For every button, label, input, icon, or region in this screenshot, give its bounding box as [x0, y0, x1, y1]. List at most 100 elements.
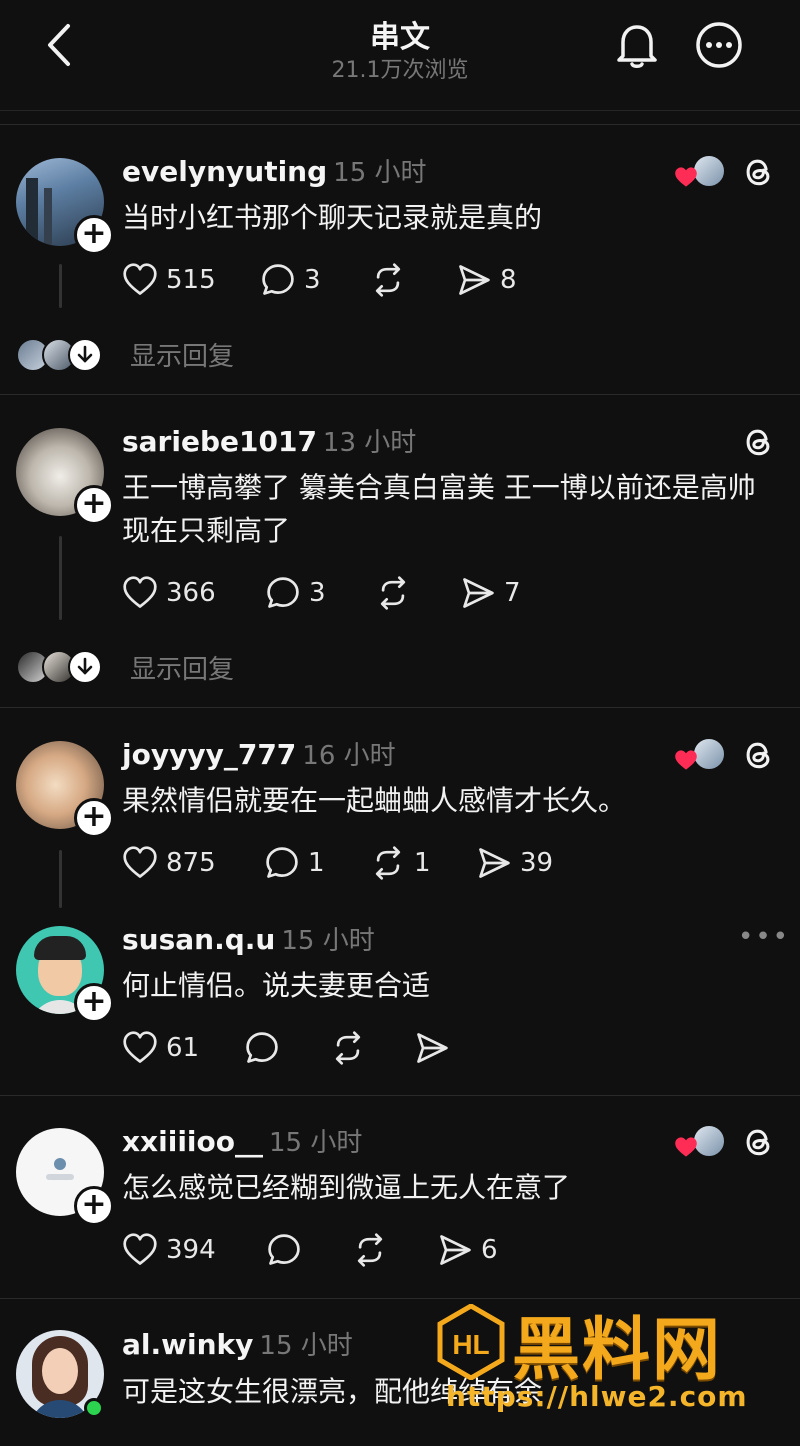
share-button[interactable]: 39 [476, 845, 553, 881]
post-time: 15 小时 [333, 158, 427, 188]
username[interactable]: joyyyy_777 16 小时 [122, 735, 396, 772]
send-icon [414, 1030, 450, 1066]
divider [0, 707, 800, 708]
share-button[interactable]: 8 [456, 262, 517, 298]
post-time: 13 小时 [322, 428, 417, 458]
send-icon [456, 262, 492, 298]
repost-icon [370, 262, 406, 298]
thread-line [59, 850, 62, 908]
reply-avatars[interactable] [16, 338, 106, 372]
online-status-dot [84, 1398, 104, 1418]
watermark-title: 黑料网 [512, 1311, 723, 1390]
expand-replies[interactable] [68, 338, 102, 372]
username[interactable]: evelynyuting 15 小时 [122, 152, 427, 189]
share-button[interactable]: 7 [460, 575, 521, 611]
arrow-down-icon [77, 345, 93, 363]
follow-button[interactable]: + [74, 983, 114, 1023]
follow-button[interactable]: + [74, 1186, 114, 1226]
threads-logo-icon[interactable] [740, 154, 776, 190]
like-button[interactable]: 394 [122, 1232, 216, 1268]
heart-filled-icon [675, 750, 697, 770]
share-count: 7 [504, 578, 521, 608]
divider [0, 1095, 800, 1096]
username[interactable]: susan.q.u 15 小时 [122, 920, 375, 957]
thread-line [59, 264, 62, 308]
follow-button[interactable]: + [74, 485, 114, 525]
reply-button[interactable] [244, 1030, 280, 1066]
more-horizontal-icon [696, 22, 742, 68]
post-time: 15 小时 [281, 926, 375, 956]
share-button[interactable]: 6 [437, 1232, 498, 1268]
reply-count: 3 [309, 578, 326, 608]
divider [0, 124, 800, 125]
send-icon [437, 1232, 473, 1268]
threads-logo-icon[interactable] [740, 737, 776, 773]
like-button[interactable]: 515 [122, 262, 216, 298]
post-text: 何止情侣。说夫妻更合适 [122, 969, 431, 1002]
threads-logo-icon[interactable] [740, 424, 776, 460]
more-options-button[interactable]: ••• [738, 922, 790, 952]
svg-text:HL: HL [452, 1329, 489, 1360]
thread-line [59, 536, 62, 620]
threads-logo-icon[interactable] [740, 1124, 776, 1160]
heart-filled-icon [675, 1137, 697, 1157]
share-count: 39 [520, 848, 554, 878]
more-button[interactable] [694, 20, 744, 74]
post-text: 怎么感觉已经糊到微逼上无人在意了 [122, 1171, 571, 1204]
author-liked-badge [674, 737, 726, 773]
like-count: 61 [166, 1033, 200, 1063]
repost-icon [375, 575, 411, 611]
reply-count: 1 [308, 848, 325, 878]
reply-button[interactable]: 3 [265, 575, 326, 611]
like-button[interactable]: 875 [122, 845, 216, 881]
repost-count: 1 [414, 848, 431, 878]
post-time: 15 小时 [259, 1331, 353, 1361]
like-button[interactable]: 366 [122, 575, 216, 611]
watermark-url: https://hlwe2.com [446, 1380, 748, 1413]
like-button[interactable]: 61 [122, 1030, 199, 1066]
divider [0, 394, 800, 395]
follow-button[interactable]: + [74, 215, 114, 255]
heart-icon [122, 262, 158, 298]
send-icon [476, 845, 512, 881]
repost-button[interactable] [352, 1232, 388, 1268]
repost-button[interactable] [330, 1030, 366, 1066]
comment-icon [266, 1232, 302, 1268]
reply-button[interactable]: 1 [264, 845, 325, 881]
show-replies-link[interactable]: 显示回复 [130, 649, 234, 686]
username[interactable]: al.winky 15 小时 [122, 1325, 353, 1362]
username[interactable]: sariebe1017 13 小时 [122, 422, 416, 459]
repost-button[interactable]: 1 [370, 845, 431, 881]
follow-button[interactable]: + [74, 798, 114, 838]
reply-avatars[interactable] [16, 650, 106, 684]
comment-icon [260, 262, 296, 298]
repost-button[interactable] [370, 262, 406, 298]
reply-button[interactable] [266, 1232, 302, 1268]
post-time: 16 小时 [302, 741, 396, 771]
repost-button[interactable] [375, 575, 411, 611]
bell-icon [617, 25, 657, 68]
notification-button[interactable] [614, 22, 660, 74]
comment-icon [265, 575, 301, 611]
page-title: 串文 [370, 20, 430, 55]
share-button[interactable] [414, 1030, 450, 1066]
like-count: 515 [166, 265, 216, 295]
like-count: 394 [166, 1235, 216, 1265]
heart-filled-icon [675, 167, 697, 187]
post-text: 当时小红书那个聊天记录就是真的 [122, 201, 543, 234]
header: 串文 21.1万次浏览 [0, 0, 800, 111]
reply-button[interactable]: 3 [260, 262, 321, 298]
arrow-down-icon [77, 657, 93, 675]
like-count: 875 [166, 848, 216, 878]
reply-count: 3 [304, 265, 321, 295]
username[interactable]: xxiiiioo__ 15 小时 [122, 1122, 362, 1159]
heart-icon [122, 845, 158, 881]
like-count: 366 [166, 578, 216, 608]
comment-icon [264, 845, 300, 881]
watermark: HL 黑料网 https://hlwe2.com [436, 1300, 798, 1420]
repost-icon [352, 1232, 388, 1268]
expand-replies[interactable] [68, 650, 102, 684]
author-liked-badge [674, 1124, 726, 1160]
heart-icon [122, 575, 158, 611]
show-replies-link[interactable]: 显示回复 [130, 336, 234, 373]
